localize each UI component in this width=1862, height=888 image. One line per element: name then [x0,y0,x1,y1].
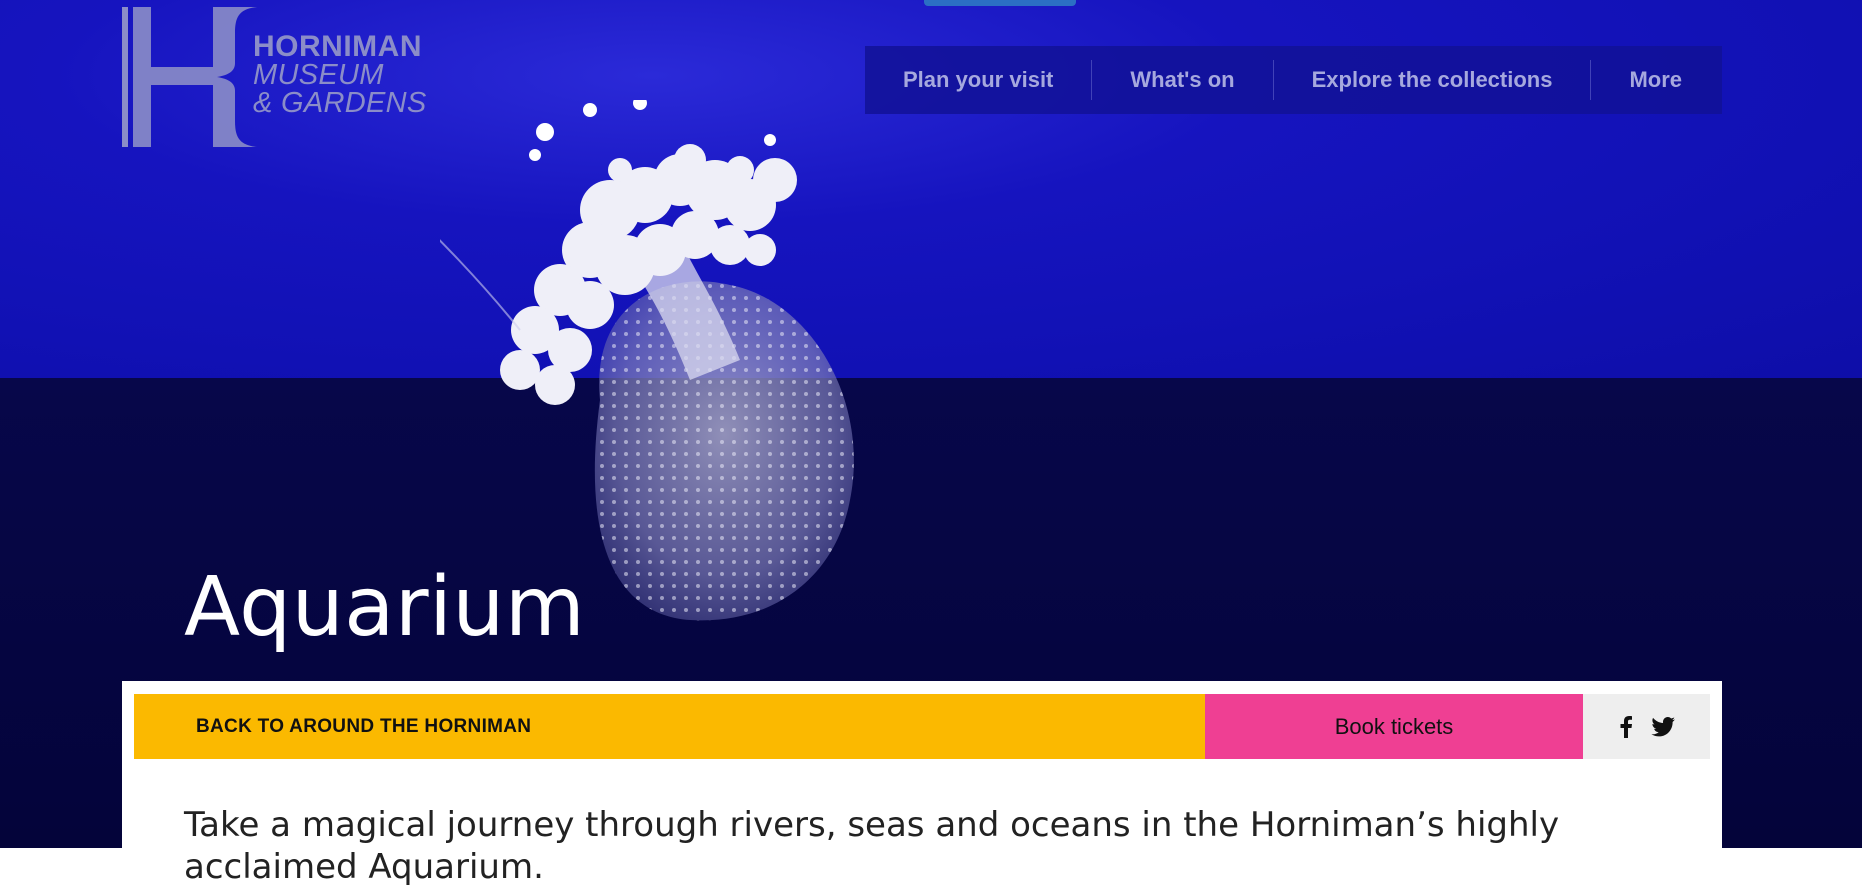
page-title: Aquarium [184,560,586,655]
logo-name: HORNIMAN [253,30,422,63]
intro-text: Take a magical journey through rivers, s… [184,805,1560,887]
action-bar: BACK TO AROUND THE HORNIMAN Book tickets [134,694,1710,759]
back-link[interactable]: BACK TO AROUND THE HORNIMAN [134,694,1205,759]
nav-item-plan-your-visit[interactable]: Plan your visit [865,60,1093,100]
book-tickets-button[interactable]: Book tickets [1205,694,1583,759]
content-panel: BACK TO AROUND THE HORNIMAN Book tickets… [122,681,1722,887]
horniman-h-icon [122,7,257,147]
nav-item-explore-the-collections[interactable]: Explore the collections [1274,60,1592,100]
nav-item-whats-on[interactable]: What's on [1092,60,1274,100]
main-navigation: Plan your visit What's on Explore the co… [865,46,1722,114]
facebook-icon[interactable] [1619,715,1633,738]
share-buttons [1583,694,1710,759]
jellyfish-image [440,100,854,621]
logo-gardens: & GARDENS [253,87,427,119]
logo-museum: MUSEUM [253,59,384,91]
site-logo[interactable]: HORNIMAN MUSEUM & GARDENS [121,5,441,150]
twitter-icon[interactable] [1650,716,1675,737]
top-accent-tab[interactable] [924,0,1076,6]
nav-item-more[interactable]: More [1591,60,1720,100]
